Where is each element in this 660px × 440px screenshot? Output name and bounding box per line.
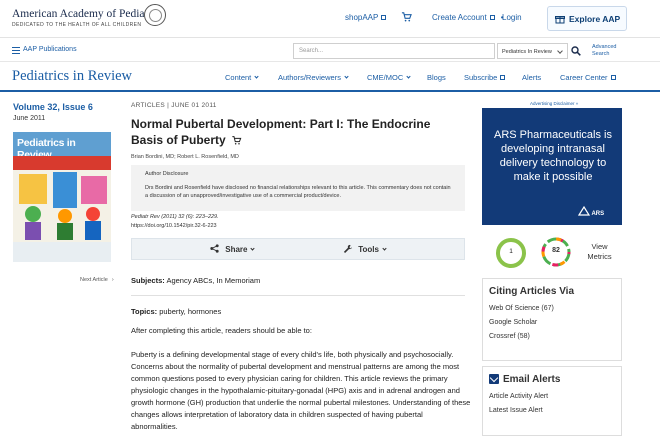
- ad-logo: ARS: [577, 205, 605, 217]
- issue-volume[interactable]: Volume 32, Issue 6: [13, 102, 93, 112]
- issue-date: June 2011: [13, 115, 46, 122]
- article-title: Normal Pubertal Development: Part I: The…: [131, 116, 461, 148]
- nav-alerts[interactable]: Alerts: [522, 73, 541, 82]
- article-subjects: Subjects: Agency ABCs, In Memoriam: [131, 276, 260, 285]
- topics-label: Topics:: [131, 307, 158, 316]
- share-button[interactable]: Share: [210, 244, 256, 254]
- explore-aap-button[interactable]: Explore AAP: [547, 6, 627, 31]
- nav-career-center[interactable]: Career Center: [560, 73, 616, 82]
- cover-artwork: [13, 156, 111, 242]
- article-title-text: Normal Pubertal Development: Part I: The…: [131, 117, 431, 147]
- gift-icon: [555, 16, 565, 24]
- org-tagline: DEDICATED TO THE HEALTH OF ALL CHILDREN: [12, 22, 142, 28]
- subjects-label: Subjects:: [131, 276, 165, 285]
- ad-logo-text: ARS: [591, 211, 605, 217]
- share-label: Share: [225, 245, 248, 254]
- external-link-icon: [381, 15, 387, 20]
- nav-cme-label: CME/MOC: [367, 73, 404, 82]
- cover-masthead: Pediatrics in Review: [13, 132, 111, 161]
- chevron-right-icon: ›: [111, 277, 114, 283]
- chevron-down-icon: [382, 246, 387, 251]
- author-disclosure-heading: Author Disclosure: [145, 171, 189, 177]
- nav-subscribe-label: Subscribe: [464, 73, 498, 82]
- wrench-icon: [343, 244, 352, 253]
- citing-crossref-link[interactable]: Crossref (58): [489, 333, 530, 340]
- advanced-search-link[interactable]: Advanced Search: [592, 44, 622, 57]
- subjects-value[interactable]: Agency ABCs, In Memoriam: [166, 276, 260, 285]
- citing-web-of-science-link[interactable]: Web Of Science (67): [489, 305, 554, 312]
- explore-aap-label: Explore AAP: [569, 14, 621, 24]
- email-alerts-heading: Email Alerts: [503, 374, 561, 385]
- cover-footer: [13, 242, 111, 262]
- aap-seal-icon[interactable]: [144, 4, 166, 26]
- article-activity-alert-link[interactable]: Article Activity Alert: [489, 393, 548, 400]
- citing-google-scholar-link[interactable]: Google Scholar: [489, 319, 537, 326]
- tools-label: Tools: [358, 245, 379, 254]
- tools-button[interactable]: Tools: [343, 244, 387, 254]
- ad-text: ARS Pharmaceuticals is developing intran…: [494, 129, 612, 183]
- chevron-down-icon: [254, 74, 259, 79]
- next-article-link[interactable]: Next Article ›: [80, 277, 114, 283]
- mail-icon: [489, 374, 499, 384]
- nav-subscribe[interactable]: Subscribe: [464, 73, 506, 82]
- aap-publications-link[interactable]: AAP Publications: [23, 46, 77, 53]
- shop-link[interactable]: shopAAP: [345, 13, 387, 22]
- author-disclosure-text: Drs Bordini and Rosenfield have disclose…: [145, 185, 451, 199]
- cart-icon[interactable]: [231, 135, 242, 145]
- nav-cme-moc[interactable]: CME/MOC: [367, 73, 411, 82]
- article-paragraph: Puberty is a defining developmental stag…: [131, 350, 471, 431]
- journal-title[interactable]: Pediatrics in Review: [12, 68, 132, 85]
- share-icon: [210, 244, 219, 253]
- external-link-icon: [610, 75, 616, 80]
- citing-articles-heading: Citing Articles Via: [489, 286, 575, 297]
- altmetric-score: 1: [509, 248, 513, 255]
- login-link[interactable]: Login: [502, 13, 522, 22]
- topics-value[interactable]: puberty, hormones: [159, 307, 221, 316]
- next-article-label: Next Article: [80, 277, 108, 283]
- latest-issue-alert-link[interactable]: Latest Issue Alert: [489, 407, 543, 414]
- create-account-link[interactable]: Create Account •: [432, 13, 504, 22]
- shop-label: shopAAP: [345, 13, 379, 22]
- search-input[interactable]: Search...: [293, 43, 495, 59]
- dimensions-score: 82: [552, 247, 560, 254]
- org-name[interactable]: American Academy of Pediatrics: [12, 8, 164, 20]
- article-citation: Pediatr Rev (2011) 32 (6): 223–229.: [131, 214, 219, 220]
- article-action-bar: [131, 238, 465, 260]
- nav-blogs[interactable]: Blogs: [427, 73, 446, 82]
- nav-authors-reviewers[interactable]: Authors/Reviewers: [278, 73, 349, 82]
- nav-authors-label: Authors/Reviewers: [278, 73, 341, 82]
- nav-content[interactable]: Content: [225, 73, 259, 82]
- article-authors[interactable]: Brian Bordini, MD; Robert L. Rosenfield,…: [131, 154, 239, 160]
- chevron-down-icon: [250, 246, 256, 251]
- menu-icon[interactable]: [12, 47, 20, 54]
- dimensions-badge[interactable]: 82: [540, 236, 572, 268]
- cart-icon[interactable]: [401, 11, 412, 22]
- altmetric-badge[interactable]: 1: [496, 238, 526, 268]
- search-icon[interactable]: [571, 46, 581, 56]
- chevron-down-icon: [406, 74, 411, 79]
- create-account-label: Create Account: [432, 13, 487, 22]
- nav-career-label: Career Center: [560, 73, 608, 82]
- external-link-icon: [500, 75, 506, 80]
- chevron-down-icon: [344, 74, 349, 79]
- article-category-date: ARTICLES | JUNE 01 2011: [131, 102, 217, 109]
- external-link-icon: [489, 15, 495, 20]
- divider: [131, 295, 465, 296]
- view-metrics-link[interactable]: View Metrics: [582, 242, 617, 262]
- article-topics: Topics: puberty, hormones: [131, 307, 221, 316]
- article-doi-link[interactable]: https://doi.org/10.1542/pir.32-6-223: [131, 223, 217, 229]
- ars-logo-icon: [577, 205, 591, 216]
- issue-cover-image[interactable]: Pediatrics in Review: [13, 132, 111, 262]
- advertising-disclaimer-link[interactable]: Advertising Disclaimer »: [530, 101, 578, 106]
- search-scope-select[interactable]: Pediatrics In Review: [497, 43, 568, 59]
- article-intro: After completing this article, readers s…: [131, 326, 312, 335]
- nav-content-label: Content: [225, 73, 252, 82]
